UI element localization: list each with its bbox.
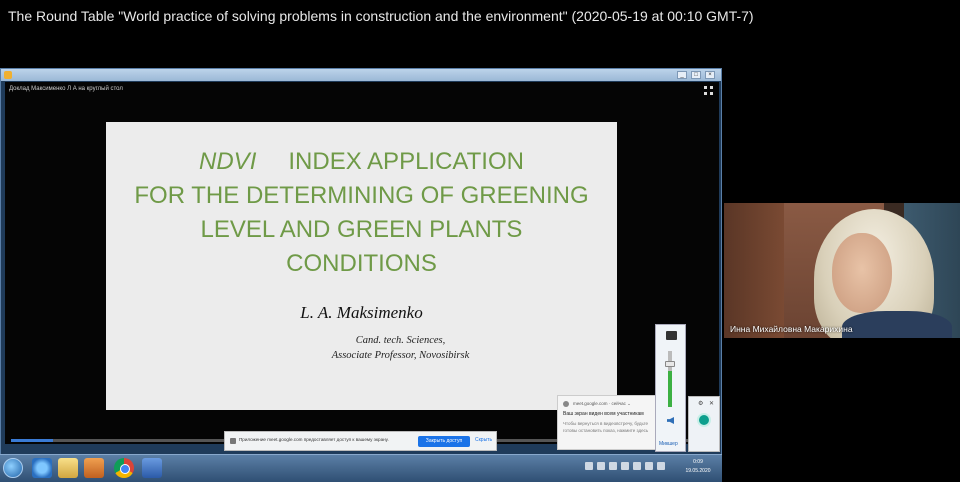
screen-share-bar: Приложение meet.google.com предоставляет… xyxy=(224,431,497,451)
clock-time: 0:09 xyxy=(693,459,703,465)
notification-source: meet.google.com · сейчас ⌄ xyxy=(573,401,631,406)
clock-date: 19.05.2020 xyxy=(685,468,711,474)
notification-body: Чтобы вернуться в видеовстречу, будьте г… xyxy=(563,421,649,433)
slide-degree: Cand. tech. Sciences, xyxy=(355,335,446,346)
close-icon[interactable]: × xyxy=(705,71,715,79)
tray-app-icon[interactable] xyxy=(609,462,617,470)
slide-title-line1: INDEX APPLICATION xyxy=(288,148,524,175)
chrome-notification[interactable]: meet.google.com · сейчас ⌄ Ваш экран вид… xyxy=(557,395,657,450)
room-wall xyxy=(724,203,784,338)
word-icon[interactable] xyxy=(142,458,162,478)
hide-share-bar-button[interactable]: Скрыть xyxy=(475,437,492,443)
speaker-icon[interactable] xyxy=(667,417,674,424)
file-explorer-icon[interactable] xyxy=(58,458,78,478)
volume-slider-thumb[interactable] xyxy=(665,361,675,367)
tray-app-popup: ⚙ ✕ xyxy=(688,396,720,452)
chrome-icon xyxy=(563,401,569,407)
volume-level-fill xyxy=(668,370,672,407)
maximize-icon[interactable]: □ xyxy=(691,71,701,79)
media-player-icon[interactable] xyxy=(84,458,104,478)
share-screen-icon xyxy=(230,438,236,444)
tray-flag-icon[interactable] xyxy=(585,462,593,470)
chrome-icon[interactable] xyxy=(114,458,134,478)
participant-name: Инна Михайловна Макарихина xyxy=(730,324,853,334)
video-caption: Доклад Максименко Л А на круглый стол xyxy=(9,86,123,92)
slide-title-line4: CONDITIONS xyxy=(286,250,437,277)
slide-title-ndvi: NDVI xyxy=(199,148,257,175)
slide-title-line3: LEVEL AND GREEN PLANTS xyxy=(200,216,523,243)
app-logo-icon[interactable] xyxy=(697,413,711,427)
tray-app-icon[interactable] xyxy=(621,462,629,470)
start-button[interactable] xyxy=(3,458,23,478)
notification-title: Ваш экран виден всем участникам xyxy=(563,411,644,417)
participant-video-tile[interactable]: Инна Михайловна Макарихина xyxy=(724,203,960,338)
share-bar-message: Приложение meet.google.com предоставляет… xyxy=(239,437,389,442)
tray-speaker-icon[interactable] xyxy=(645,462,653,470)
slide-title-line2: FOR THE DETERMINING OF GREENING xyxy=(134,182,589,209)
tray-app-icon[interactable] xyxy=(633,462,641,470)
participant-shirt xyxy=(842,311,952,338)
video-progress-fill xyxy=(11,439,54,442)
window-app-icon xyxy=(4,71,12,79)
taskbar-clock[interactable]: 0:09 19.05.2020 xyxy=(678,458,718,476)
window-titlebar: _ □ × xyxy=(1,69,721,81)
internet-explorer-icon[interactable] xyxy=(32,458,52,478)
meeting-title: The Round Table "World practice of solvi… xyxy=(8,8,754,24)
volume-popup: Микшер xyxy=(655,324,686,452)
volume-slider[interactable] xyxy=(668,351,672,407)
presentation-video[interactable]: Доклад Максименко Л А на круглый стол ND… xyxy=(5,82,719,444)
tray-network-icon[interactable] xyxy=(597,462,605,470)
slide-author: L. A. Maksimenko xyxy=(300,303,423,322)
participant-face xyxy=(832,233,892,313)
stop-sharing-button[interactable]: Закрыть доступ xyxy=(418,436,470,447)
presentation-slide: NDVI INDEX APPLICATION FOR THE DETERMININ… xyxy=(106,122,617,410)
minimize-icon[interactable]: _ xyxy=(677,71,687,79)
windows-taskbar: 0:09 19.05.2020 xyxy=(0,454,722,482)
speaker-device-icon[interactable] xyxy=(666,331,677,340)
slide-position: Associate Professor, Novosibirsk xyxy=(331,350,470,361)
volume-mixer-link[interactable]: Микшер xyxy=(659,441,678,447)
slide-title: NDVI INDEX APPLICATION FOR THE DETERMININ… xyxy=(106,145,617,281)
gear-icon[interactable]: ⚙ xyxy=(698,400,703,407)
close-icon[interactable]: ✕ xyxy=(709,400,714,407)
tray-language-icon[interactable] xyxy=(657,462,665,470)
fullscreen-icon[interactable] xyxy=(704,86,713,95)
